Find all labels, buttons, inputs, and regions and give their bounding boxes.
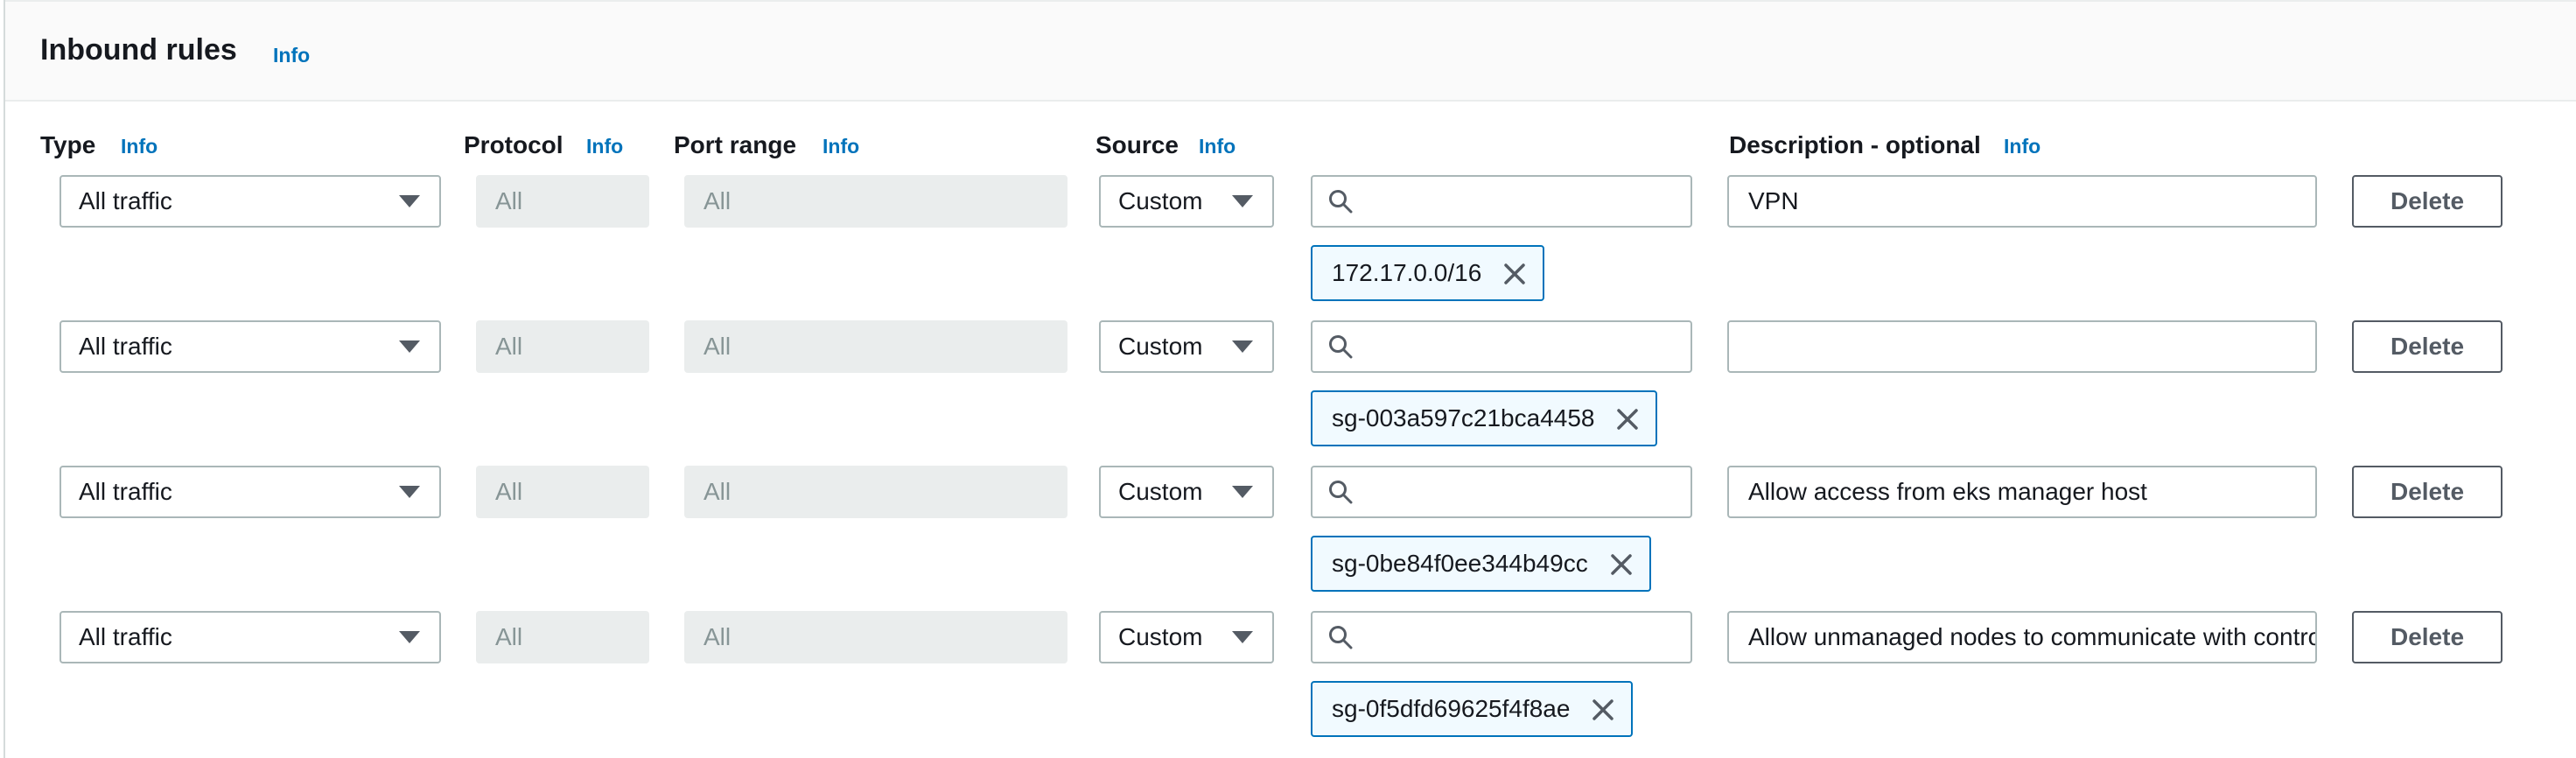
source-token-label: sg-003a597c21bca4458 bbox=[1332, 404, 1595, 432]
title-info-link[interactable]: Info bbox=[273, 44, 310, 67]
description-input[interactable] bbox=[1727, 320, 2317, 373]
source-type-value: Custom bbox=[1118, 333, 1203, 360]
search-icon bbox=[1329, 335, 1353, 359]
port-range-field: All bbox=[684, 611, 1068, 663]
port-range-field: All bbox=[684, 320, 1068, 373]
panel-header: Inbound rules Info bbox=[5, 0, 2576, 102]
search-icon bbox=[1329, 481, 1353, 504]
source-search-input[interactable] bbox=[1311, 611, 1692, 663]
delete-button[interactable]: Delete bbox=[2352, 175, 2502, 228]
col-label-type: Type bbox=[40, 131, 96, 158]
caret-down-icon bbox=[399, 486, 420, 498]
port-range-info-link[interactable]: Info bbox=[822, 135, 859, 158]
delete-button[interactable]: Delete bbox=[2352, 320, 2502, 373]
protocol-field: All bbox=[476, 320, 649, 373]
search-icon bbox=[1329, 190, 1353, 214]
col-label-port-range: Port range bbox=[674, 131, 797, 158]
caret-down-icon bbox=[1232, 340, 1253, 353]
description-input[interactable]: Allow unmanaged nodes to communicate wit… bbox=[1727, 611, 2317, 663]
description-input[interactable]: Allow access from eks manager host bbox=[1727, 466, 2317, 518]
type-select[interactable]: All traffic bbox=[60, 175, 441, 228]
type-select[interactable]: All traffic bbox=[60, 466, 441, 518]
type-select[interactable]: All traffic bbox=[60, 320, 441, 373]
close-icon[interactable] bbox=[1591, 698, 1615, 722]
caret-down-icon bbox=[399, 195, 420, 207]
delete-button[interactable]: Delete bbox=[2352, 466, 2502, 518]
source-token-label: sg-0be84f0ee344b49cc bbox=[1332, 550, 1588, 577]
source-token-label: 172.17.0.0/16 bbox=[1332, 259, 1482, 286]
type-select[interactable]: All traffic bbox=[60, 611, 441, 663]
source-type-select[interactable]: Custom bbox=[1099, 175, 1274, 228]
search-icon bbox=[1329, 626, 1353, 649]
source-type-select[interactable]: Custom bbox=[1099, 320, 1274, 373]
type-select-value: All traffic bbox=[79, 478, 172, 505]
source-search-input[interactable] bbox=[1311, 175, 1692, 228]
source-type-value: Custom bbox=[1118, 478, 1203, 505]
port-range-field: All bbox=[684, 175, 1068, 228]
source-type-value: Custom bbox=[1118, 187, 1203, 214]
source-type-value: Custom bbox=[1118, 623, 1203, 650]
protocol-field: All bbox=[476, 611, 649, 663]
caret-down-icon bbox=[1232, 486, 1253, 498]
protocol-field: All bbox=[476, 466, 649, 518]
delete-button[interactable]: Delete bbox=[2352, 611, 2502, 663]
source-token: 172.17.0.0/16 bbox=[1311, 245, 1545, 301]
protocol-field: All bbox=[476, 175, 649, 228]
description-input[interactable]: VPN bbox=[1727, 175, 2317, 228]
col-label-source: Source bbox=[1096, 131, 1179, 158]
caret-down-icon bbox=[1232, 631, 1253, 643]
source-search-input[interactable] bbox=[1311, 320, 1692, 373]
source-search-input[interactable] bbox=[1311, 466, 1692, 518]
close-icon[interactable] bbox=[1609, 552, 1634, 577]
source-token-label: sg-0f5dfd69625f4f8ae bbox=[1332, 695, 1571, 722]
page-title: Inbound rules bbox=[40, 33, 237, 67]
source-token: sg-003a597c21bca4458 bbox=[1311, 390, 1658, 446]
type-select-value: All traffic bbox=[79, 333, 172, 360]
source-type-select[interactable]: Custom bbox=[1099, 466, 1274, 518]
caret-down-icon bbox=[399, 631, 420, 643]
col-label-description: Description - optional bbox=[1729, 131, 1981, 158]
type-select-value: All traffic bbox=[79, 623, 172, 650]
col-label-protocol: Protocol bbox=[464, 131, 564, 158]
type-info-link[interactable]: Info bbox=[121, 135, 158, 158]
protocol-info-link[interactable]: Info bbox=[586, 135, 623, 158]
source-token: sg-0f5dfd69625f4f8ae bbox=[1311, 681, 1634, 737]
close-icon[interactable] bbox=[1502, 262, 1527, 286]
caret-down-icon bbox=[399, 340, 420, 353]
source-info-link[interactable]: Info bbox=[1199, 135, 1236, 158]
inbound-rules-panel: Inbound rules Info Type Info Protocol In… bbox=[4, 0, 2576, 758]
caret-down-icon bbox=[1232, 195, 1253, 207]
close-icon[interactable] bbox=[1615, 407, 1640, 432]
source-type-select[interactable]: Custom bbox=[1099, 611, 1274, 663]
description-info-link[interactable]: Info bbox=[2004, 135, 2040, 158]
source-token: sg-0be84f0ee344b49cc bbox=[1311, 536, 1651, 592]
type-select-value: All traffic bbox=[79, 187, 172, 214]
port-range-field: All bbox=[684, 466, 1068, 518]
